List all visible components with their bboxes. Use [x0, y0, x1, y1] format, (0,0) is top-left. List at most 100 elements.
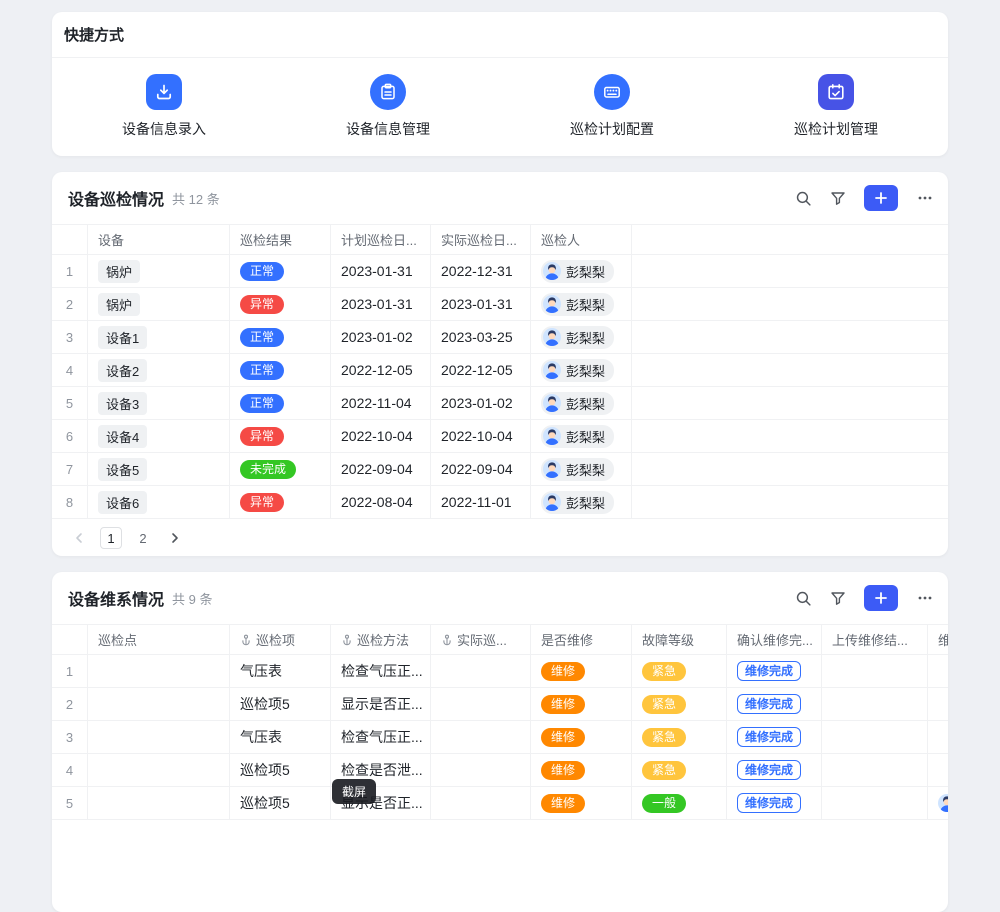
level-cell: 紧急 [632, 655, 727, 687]
item-cell: 气压表 [230, 721, 331, 753]
level-badge: 紧急 [642, 695, 686, 714]
shortcut-device-entry[interactable]: 设备信息录入 [52, 58, 276, 155]
status-badge: 未完成 [240, 460, 296, 479]
lookup-icon [341, 634, 353, 646]
empty-cell [632, 288, 948, 320]
confirm-repair-button[interactable]: 维修完成 [737, 694, 801, 714]
device-link[interactable]: 设备1 [98, 326, 147, 349]
inspection-row[interactable]: 3 设备1 正常 2023-01-02 2023-03-25 彭梨梨 [52, 321, 948, 354]
inspection-row[interactable]: 7 设备5 未完成 2022-09-04 2022-09-04 彭梨梨 [52, 453, 948, 486]
avatar-icon [543, 262, 561, 280]
empty-cell [632, 387, 948, 419]
device-cell: 设备5 [88, 453, 230, 485]
point-cell [88, 688, 230, 720]
repair-cell: 维修 [531, 754, 632, 786]
shortcuts-row: 设备信息录入 设备信息管理 巡检计划配置 巡检计划管理 [52, 58, 948, 155]
shortcut-plan-config[interactable]: 巡检计划配置 [500, 58, 724, 155]
person-chip: 彭梨梨 [541, 293, 614, 316]
repair-cell: 维修 [531, 688, 632, 720]
more-icon[interactable] [916, 589, 934, 607]
maintenance-row[interactable]: 5 巡检项5 显示是否正... 维修 一般 维修完成 [52, 787, 948, 820]
actual-date-cell: 2022-12-05 [431, 354, 531, 386]
avatar-icon [543, 361, 561, 379]
result-cell: 异常 [230, 420, 331, 452]
inspection-row[interactable]: 1 锅炉 正常 2023-01-31 2022-12-31 彭梨梨 [52, 255, 948, 288]
search-icon[interactable] [795, 190, 812, 207]
result-cell: 正常 [230, 321, 331, 353]
planned-date-cell: 2022-10-04 [331, 420, 431, 452]
device-link[interactable]: 设备6 [98, 491, 147, 514]
inspection-row[interactable]: 4 设备2 正常 2022-12-05 2022-12-05 彭梨梨 [52, 354, 948, 387]
page-1-button[interactable]: 1 [100, 527, 122, 549]
clipped-cell [928, 787, 948, 819]
card-toolbar [795, 185, 934, 211]
maintenance-row[interactable]: 4 巡检项5 检查是否泄... 维修 紧急 维修完成 [52, 754, 948, 787]
inspection-row[interactable]: 2 锅炉 异常 2023-01-31 2023-01-31 彭梨梨 [52, 288, 948, 321]
next-page-button[interactable] [164, 527, 186, 549]
inspection-row[interactable]: 6 设备4 异常 2022-10-04 2022-10-04 彭梨梨 [52, 420, 948, 453]
shortcuts-title: 快捷方式 [52, 12, 948, 58]
device-cell: 设备2 [88, 354, 230, 386]
actual-date-cell: 2023-01-31 [431, 288, 531, 320]
repair-badge: 维修 [541, 728, 585, 747]
table-header-row: 设备 巡检结果 计划巡检日... 实际巡检日... 巡检人 [52, 225, 948, 255]
more-icon[interactable] [916, 189, 934, 207]
device-cell: 设备3 [88, 387, 230, 419]
empty-header-cell [632, 225, 948, 254]
device-link[interactable]: 锅炉 [98, 260, 140, 283]
column-header-method: 巡检方法 [331, 625, 431, 654]
device-link[interactable]: 设备5 [98, 458, 147, 481]
confirm-repair-button[interactable]: 维修完成 [737, 661, 801, 681]
avatar-icon [543, 394, 561, 412]
inspector-cell: 彭梨梨 [531, 420, 632, 452]
device-link[interactable]: 设备4 [98, 425, 147, 448]
planned-date-cell: 2022-08-04 [331, 486, 431, 518]
maintenance-row[interactable]: 2 巡检项5 显示是否正... 维修 紧急 维修完成 [52, 688, 948, 721]
page-2-button[interactable]: 2 [132, 527, 154, 549]
prev-page-button[interactable] [68, 527, 90, 549]
actual-date-cell: 2023-01-02 [431, 387, 531, 419]
add-record-button[interactable] [864, 585, 898, 611]
inspection-row[interactable]: 5 设备3 正常 2022-11-04 2023-01-02 彭梨梨 [52, 387, 948, 420]
shortcut-device-manage[interactable]: 设备信息管理 [276, 58, 500, 155]
status-badge: 正常 [240, 328, 284, 347]
result-cell: 正常 [230, 387, 331, 419]
empty-cell [632, 420, 948, 452]
inspection-row[interactable]: 8 设备6 异常 2022-08-04 2022-11-01 彭梨梨 [52, 486, 948, 519]
device-link[interactable]: 设备2 [98, 359, 147, 382]
confirm-cell: 维修完成 [727, 721, 822, 753]
status-badge: 异常 [240, 493, 284, 512]
confirm-repair-button[interactable]: 维修完成 [737, 727, 801, 747]
maintenance-row[interactable]: 3 气压表 检查气压正... 维修 紧急 维修完成 [52, 721, 948, 754]
upload-cell [822, 688, 928, 720]
confirm-repair-button[interactable]: 维修完成 [737, 793, 801, 813]
filter-icon[interactable] [830, 590, 846, 606]
tooltip: 截屏 [332, 779, 376, 804]
level-cell: 紧急 [632, 721, 727, 753]
row-index: 2 [52, 288, 88, 320]
search-icon[interactable] [795, 590, 812, 607]
person-chip: 彭梨梨 [541, 491, 614, 514]
add-record-button[interactable] [864, 185, 898, 211]
method-cell: 检查气压正... [331, 655, 431, 687]
confirm-repair-button[interactable]: 维修完成 [737, 760, 801, 780]
row-index: 3 [52, 721, 88, 753]
clipped-cell [928, 721, 948, 753]
device-link[interactable]: 锅炉 [98, 293, 140, 316]
column-header-inspector: 巡检人 [531, 225, 632, 254]
filter-icon[interactable] [830, 190, 846, 206]
device-cell: 设备6 [88, 486, 230, 518]
avatar-icon [543, 427, 561, 445]
maintenance-card-header: 设备维系情况 共 9 条 [52, 572, 948, 624]
maintenance-card: 设备维系情况 共 9 条 巡检点 巡检项 巡检方法 实际巡... 是否维修 故障… [52, 572, 948, 912]
maintenance-row[interactable]: 1 气压表 检查气压正... 维修 紧急 维修完成 [52, 655, 948, 688]
inspector-cell: 彭梨梨 [531, 354, 632, 386]
person-chip: 彭梨梨 [541, 359, 614, 382]
shortcut-plan-manage[interactable]: 巡检计划管理 [724, 58, 948, 155]
index-column-header [52, 625, 88, 654]
person-chip: 彭梨梨 [541, 392, 614, 415]
device-link[interactable]: 设备3 [98, 392, 147, 415]
inspector-cell: 彭梨梨 [531, 486, 632, 518]
column-header-level: 故障等级 [632, 625, 727, 654]
result-cell: 未完成 [230, 453, 331, 485]
